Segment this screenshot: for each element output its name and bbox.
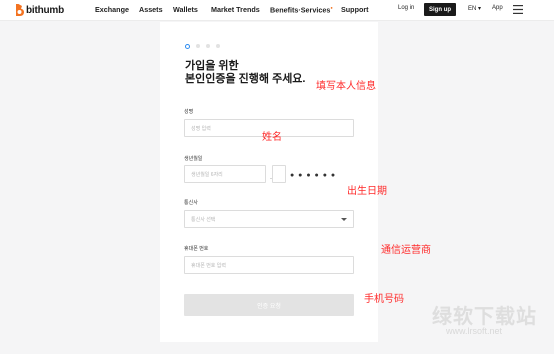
new-dot-icon: ● xyxy=(330,5,333,10)
nav-exchange[interactable]: Exchange xyxy=(95,5,129,14)
watermark-text: 绿软下载站 xyxy=(432,306,537,328)
step-dot-active xyxy=(185,44,190,49)
app-link[interactable]: App xyxy=(492,5,503,11)
identity-verification-card: 가입을 위한 본인인증을 진행해 주세요. 성명 성명 입력 생년월일 생년월일… xyxy=(160,22,378,342)
nav-benefits-services[interactable]: Benefits·Services● xyxy=(270,5,333,14)
birth-placeholder: 생년월일 6자리 xyxy=(191,172,223,178)
nav-market-trends[interactable]: Market Trends xyxy=(211,5,260,14)
phone-label: 휴대폰 번호 xyxy=(184,246,209,252)
phone-input[interactable]: 휴대폰 번호 입력 xyxy=(184,256,354,274)
signup-button[interactable]: Sign up xyxy=(424,3,456,16)
step-dot xyxy=(196,44,200,48)
annotation-carrier: 通信运营商 xyxy=(381,245,431,256)
title-line-2: 본인인증을 진행해 주세요. xyxy=(185,73,306,85)
gender-digit-input[interactable] xyxy=(272,165,286,183)
name-placeholder: 성명 입력 xyxy=(191,126,211,132)
annotation-birth: 出生日期 xyxy=(347,186,387,197)
page-title: 가입을 위한 본인인증을 진행해 주세요. xyxy=(185,60,306,86)
step-indicator xyxy=(185,44,220,49)
title-line-1: 가입을 위한 xyxy=(185,60,239,72)
nav-benefits-services-label: Benefits·Services xyxy=(270,5,331,15)
name-label: 성명 xyxy=(184,109,194,115)
birth-date-input[interactable]: 생년월일 6자리 xyxy=(184,165,266,183)
masked-digits: ● ● ● ● ● ● xyxy=(290,172,337,179)
logo[interactable]: bithumb xyxy=(14,4,64,16)
logo-text: bithumb xyxy=(26,4,65,16)
request-verification-button[interactable]: 인증 요청 xyxy=(184,294,354,316)
annotation-name: 姓名 xyxy=(262,132,282,143)
watermark-url: www.lrsoft.net xyxy=(446,326,503,336)
carrier-select[interactable]: 통신사 선택 xyxy=(184,210,354,228)
nav-support[interactable]: Support xyxy=(341,5,369,14)
chevron-down-icon xyxy=(341,218,347,221)
carrier-label: 통신사 xyxy=(184,200,198,206)
carrier-placeholder: 통신사 선택 xyxy=(191,217,216,223)
phone-placeholder: 휴대폰 번호 입력 xyxy=(191,263,226,269)
top-navigation-bar: bithumb Exchange Assets Wallets Market T… xyxy=(0,0,554,21)
step-dot xyxy=(206,44,210,48)
language-selector[interactable]: EN ▾ xyxy=(468,5,481,12)
nav-wallets[interactable]: Wallets xyxy=(173,5,198,14)
login-link[interactable]: Log in xyxy=(398,5,414,11)
annotation-personal-info: 填写本人信息 xyxy=(316,81,376,92)
hamburger-menu-icon[interactable] xyxy=(513,5,523,14)
birth-label: 생년월일 xyxy=(184,156,203,162)
nav-assets[interactable]: Assets xyxy=(139,5,163,14)
bithumb-logo-icon xyxy=(16,4,24,16)
annotation-phone: 手机号码 xyxy=(364,294,404,305)
step-dot xyxy=(216,44,220,48)
